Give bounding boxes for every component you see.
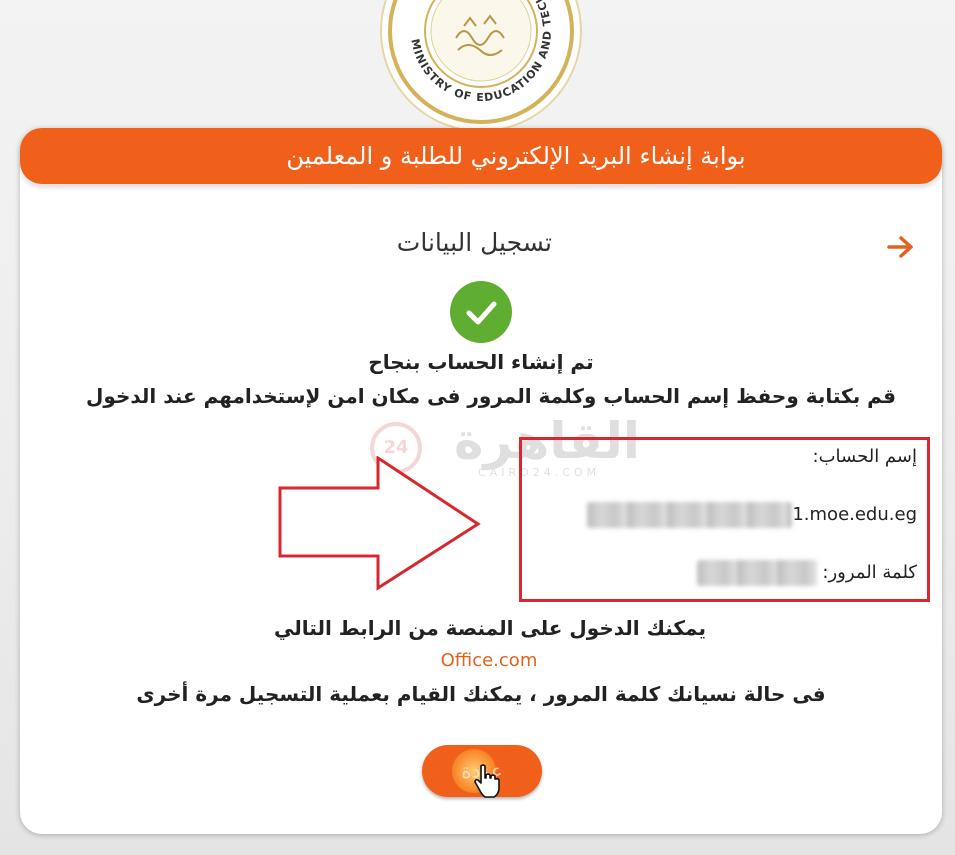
portal-header: بوابة إنشاء البريد الإلكتروني للطلبة و ا… bbox=[20, 128, 942, 184]
pointer-arrow-icon bbox=[278, 456, 481, 591]
portal-title: بوابة إنشاء البريد الإلكتروني للطلبة و ا… bbox=[286, 142, 746, 170]
account-name-label: إسم الحساب: bbox=[812, 446, 917, 467]
page-title: تسجيل البيانات bbox=[396, 228, 552, 257]
instruction-message: قم بكتابة وحفظ إسم الحساب وكلمة المرور ف… bbox=[86, 384, 896, 408]
account-details-box: إسم الحساب: 1.moe.edu.eg كلمة المرور: bbox=[519, 437, 930, 602]
success-message: تم إنشاء الحساب بنجاح bbox=[368, 350, 594, 374]
email-domain: 1.moe.edu.eg bbox=[792, 504, 917, 525]
login-hint: يمكنك الدخول على المنصة من الرابط التالي bbox=[274, 616, 706, 640]
success-check-icon bbox=[450, 281, 512, 343]
back-arrow-icon[interactable] bbox=[886, 234, 916, 260]
password-row: كلمة المرور: bbox=[696, 560, 917, 586]
redacted-username bbox=[587, 502, 793, 528]
redacted-password bbox=[696, 560, 817, 586]
hand-cursor-icon bbox=[474, 764, 500, 798]
account-email: 1.moe.edu.eg bbox=[587, 502, 917, 528]
ministry-logo: MINISTRY OF EDUCATION AND TECHNICAL EDUC… bbox=[388, 0, 574, 124]
office-link[interactable]: Office.com bbox=[20, 650, 942, 671]
registration-card: بوابة إنشاء البريد الإلكتروني للطلبة و ا… bbox=[20, 128, 942, 834]
password-label: كلمة المرور: bbox=[822, 562, 917, 583]
back-button[interactable]: عودة bbox=[422, 745, 542, 798]
forgot-password-message: فى حالة نسيانك كلمة المرور ، يمكنك القيا… bbox=[136, 682, 826, 706]
